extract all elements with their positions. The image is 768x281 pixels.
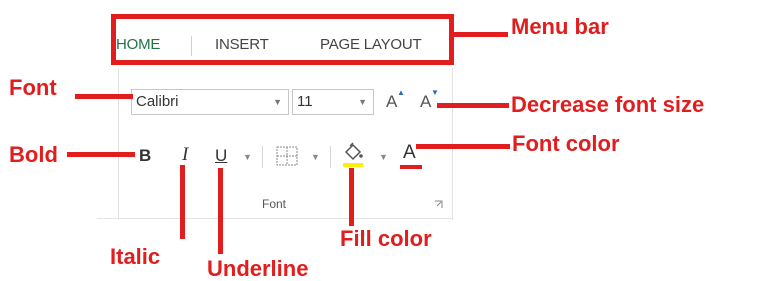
bold-pointer-line bbox=[67, 152, 135, 157]
italic-pointer-line bbox=[180, 165, 185, 239]
font-color-swatch bbox=[400, 165, 422, 169]
italic-callout: Italic bbox=[110, 244, 161, 269]
menu-bar-callout: Menu bar bbox=[511, 14, 609, 39]
font-size-combobox[interactable]: 11 ▼ bbox=[292, 89, 374, 115]
font-size-value: 11 bbox=[297, 93, 313, 110]
dialog-launcher-icon[interactable] bbox=[434, 200, 443, 209]
font-callout: Font bbox=[9, 75, 57, 100]
font-name-combobox[interactable]: Calibri ▼ bbox=[131, 89, 289, 115]
font-name-value: Calibri bbox=[136, 93, 179, 110]
font-color-pointer-line bbox=[416, 144, 510, 149]
font-color-button[interactable]: A bbox=[403, 142, 416, 164]
ribbon-divider bbox=[97, 218, 453, 219]
menu-bar-highlight-box bbox=[111, 14, 454, 65]
underline-dropdown-icon[interactable]: ▼ bbox=[243, 152, 252, 162]
decrease-font-size-callout: Decrease font size bbox=[511, 92, 705, 117]
font-color-callout: Font color bbox=[512, 131, 620, 156]
fill-color-pointer-line bbox=[349, 168, 354, 226]
borders-dropdown-icon[interactable]: ▼ bbox=[311, 152, 320, 162]
borders-icon[interactable] bbox=[276, 146, 298, 166]
separator bbox=[262, 146, 263, 168]
decrease-font-size-button[interactable]: A bbox=[420, 92, 431, 112]
underline-pointer-line bbox=[218, 168, 223, 254]
group-label: Font bbox=[262, 197, 287, 211]
increase-font-size-button[interactable]: A bbox=[386, 92, 397, 112]
font-pointer-line bbox=[75, 94, 133, 99]
chevron-down-icon[interactable]: ▼ bbox=[273, 90, 282, 114]
menu-bar-pointer-line bbox=[454, 32, 508, 37]
fill-color-callout: Fill color bbox=[340, 226, 432, 251]
underline-button[interactable]: U bbox=[215, 146, 227, 166]
bold-button[interactable]: B bbox=[139, 146, 151, 166]
separator bbox=[330, 146, 331, 168]
caret-down-icon: ▼ bbox=[431, 88, 439, 97]
bold-callout: Bold bbox=[9, 142, 58, 167]
caret-up-icon: ▲ bbox=[397, 88, 405, 97]
fill-color-dropdown-icon[interactable]: ▼ bbox=[379, 152, 388, 162]
decrease-font-size-pointer-line bbox=[437, 103, 509, 108]
fill-color-bucket-icon[interactable] bbox=[342, 140, 364, 168]
underline-callout: Underline bbox=[207, 256, 309, 281]
chevron-down-icon[interactable]: ▼ bbox=[358, 90, 367, 114]
italic-button[interactable]: I bbox=[182, 144, 188, 166]
